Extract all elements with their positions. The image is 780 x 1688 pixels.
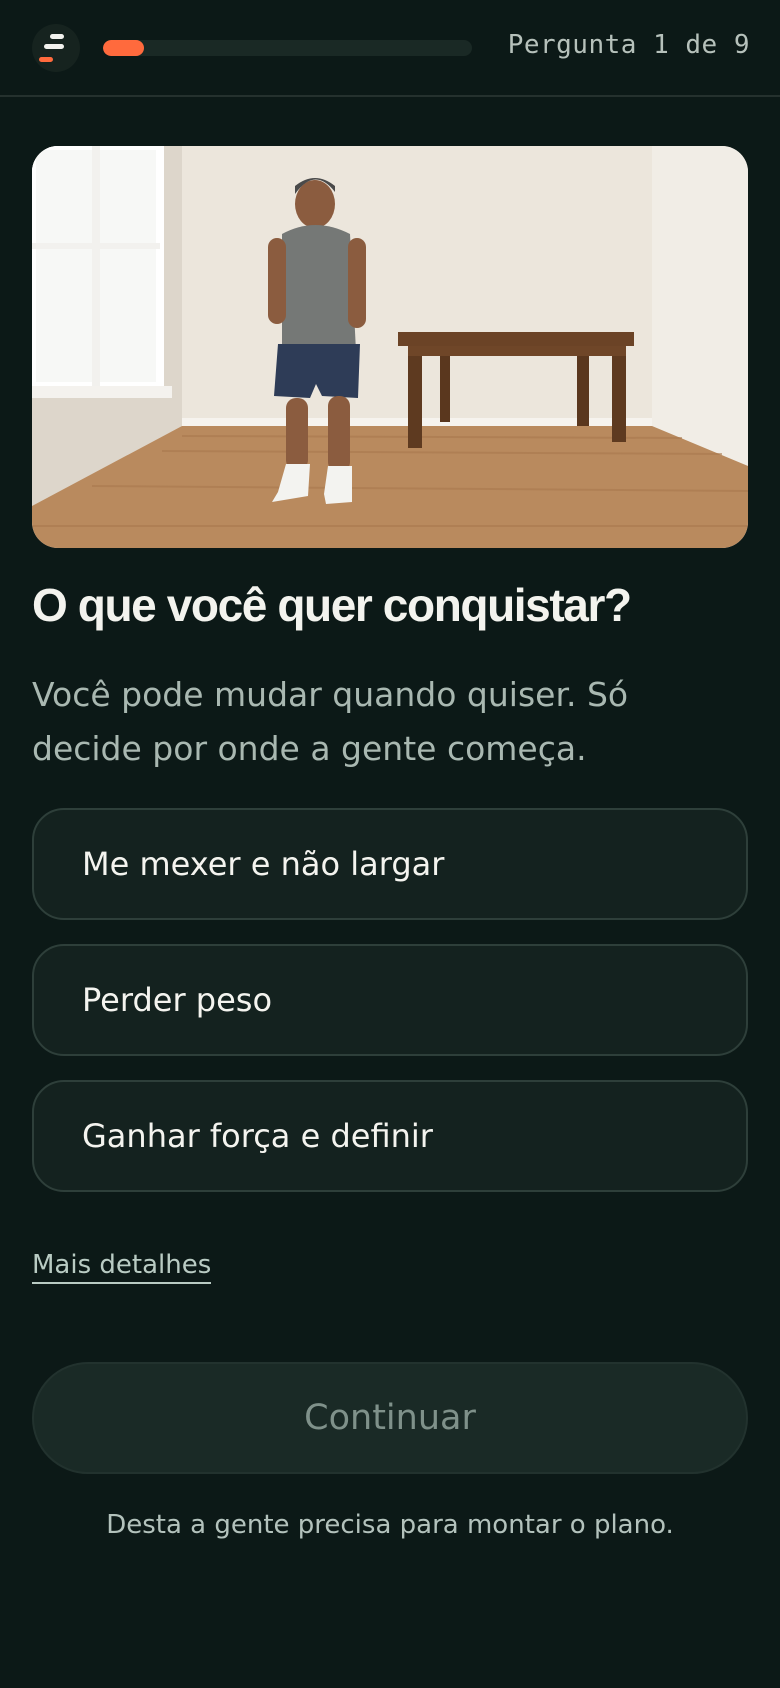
option-lose-weight[interactable]: Perder peso <box>32 944 748 1056</box>
progress-bar <box>103 40 472 56</box>
footnote: Desta a gente precisa para montar o plan… <box>106 1510 674 1540</box>
option-gain-strength[interactable]: Ganhar força e definir <box>32 1080 748 1192</box>
step-counter: Pergunta 1 de 9 <box>507 30 750 60</box>
option-stay-active[interactable]: Me mexer e não largar <box>32 808 748 920</box>
app-logo-icon[interactable] <box>32 24 80 72</box>
page-subtitle: Você pode mudar quando quiser. Só decide… <box>32 675 629 768</box>
option-label: Me mexer e não largar <box>82 845 445 883</box>
top-bar: Pergunta 1 de 9 <box>0 0 780 97</box>
option-label: Ganhar força e definir <box>82 1117 433 1155</box>
logo-stroke <box>50 34 64 39</box>
page-title: O que você quer conquistar? <box>32 579 632 631</box>
hero-illustration <box>32 146 748 548</box>
option-label: Perder peso <box>82 981 273 1019</box>
more-details-link[interactable]: Mais detalhes <box>32 1250 212 1284</box>
continue-button-label: Continuar <box>304 1398 476 1438</box>
hero-photo <box>32 146 748 548</box>
logo-stroke-accent <box>39 57 53 62</box>
logo-stroke <box>44 44 64 49</box>
progress-fill <box>103 40 144 56</box>
continue-button[interactable]: Continuar <box>32 1362 748 1474</box>
